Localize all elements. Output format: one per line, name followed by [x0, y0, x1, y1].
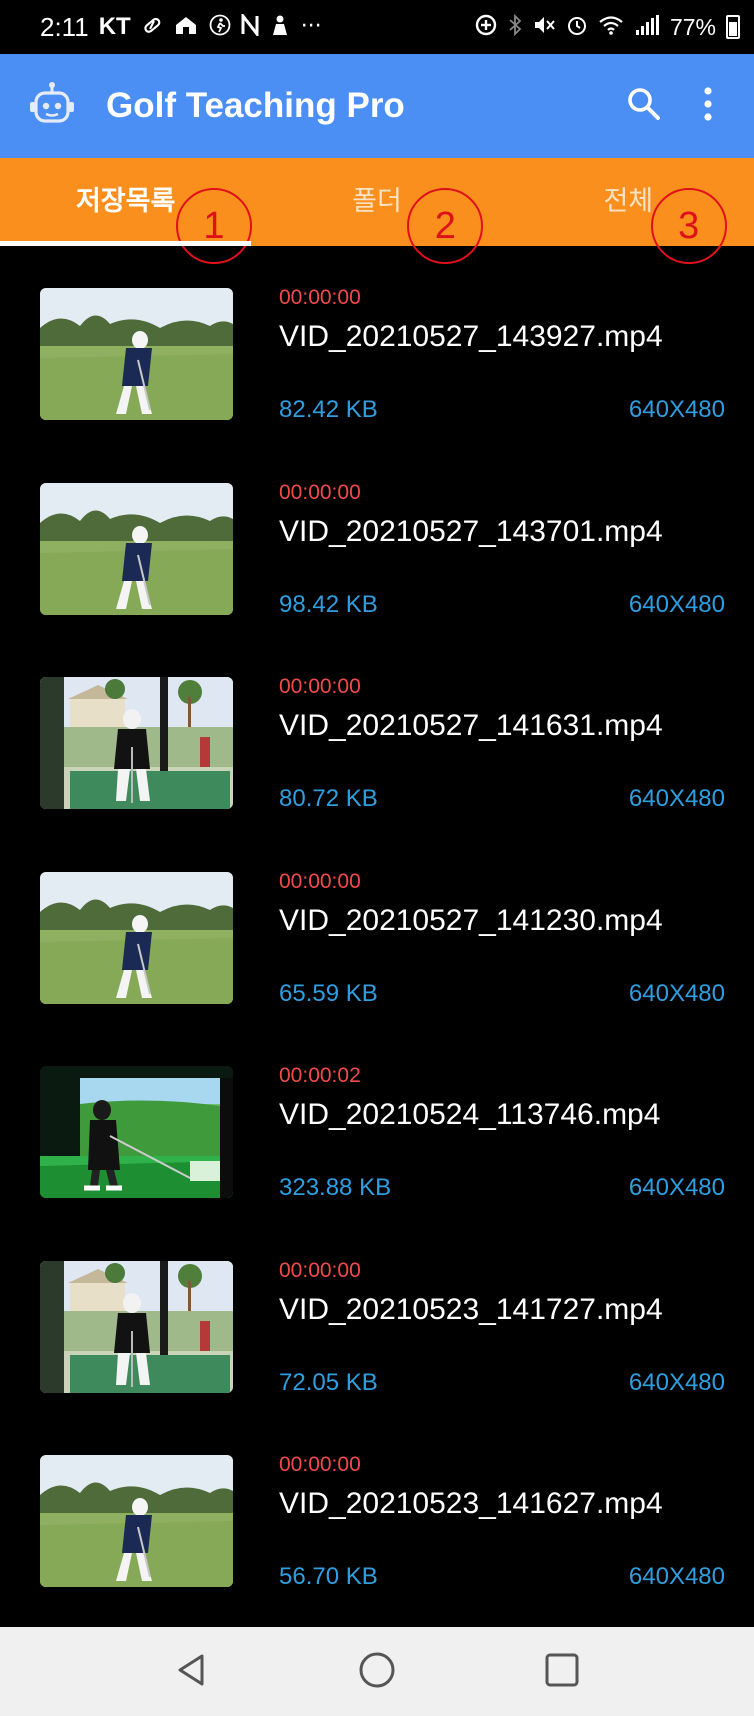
pill-icon — [141, 14, 163, 41]
tab-bar: 저장목록 1 폴더 2 전체 3 — [0, 158, 754, 264]
home-network-icon — [173, 14, 199, 41]
signal-icon — [634, 14, 660, 41]
nav-recents-button[interactable] — [527, 1637, 597, 1707]
status-left: 2:11 KT ··· — [40, 11, 322, 43]
app-title: Golf Teaching Pro — [106, 86, 405, 125]
alarm-icon — [566, 14, 588, 41]
app-bar: Golf Teaching Pro — [0, 54, 754, 158]
video-filename: VID_20210527_143927.mp4 — [279, 320, 663, 353]
tab-label: 저장목록 — [75, 185, 176, 217]
video-thumbnail[interactable] — [40, 482, 233, 615]
video-filename: VID_20210527_141230.mp4 — [279, 903, 663, 937]
video-list-item[interactable]: 00:00:02 VID_20210524_113746.mp4 323.88 KB… — [0, 1024, 754, 1219]
video-thumbnail[interactable] — [40, 1455, 233, 1587]
video-resolution: 640X480 — [628, 396, 725, 423]
mute-icon — [532, 14, 556, 41]
wifi-icon — [598, 14, 624, 41]
video-duration: 00:00:02 — [279, 1064, 361, 1087]
recents-square-icon — [542, 1650, 582, 1694]
data-saver-icon — [474, 13, 498, 42]
walking-icon — [209, 14, 231, 41]
robot-icon — [26, 80, 78, 132]
tab-saved-list[interactable]: 저장목록 1 — [0, 158, 252, 264]
search-icon — [626, 86, 662, 126]
video-resolution: 640X480 — [628, 785, 725, 812]
video-filesize: 56.70 KB — [279, 1563, 378, 1590]
more-vert-icon — [702, 86, 714, 126]
status-carrier: KT — [98, 13, 131, 40]
video-duration: 00:00:00 — [279, 675, 361, 698]
status-bar: 2:11 KT ··· 77% — [0, 0, 754, 54]
tab-label: 폴더 — [352, 185, 402, 217]
video-filename: VID_20210523_141727.mp4 — [279, 1292, 663, 1326]
video-filesize: 72.05 KB — [279, 1368, 378, 1396]
video-resolution: 640X480 — [628, 979, 725, 1007]
video-filesize: 323.88 KB — [279, 1174, 392, 1201]
video-list-item[interactable]: 00:00:00 VID_20210527_143927.mp4 82.42 KB 6… — [0, 246, 754, 441]
person-icon — [269, 14, 291, 41]
video-filesize: 98.42 KB — [279, 590, 378, 618]
video-list-item[interactable]: 00:00:00 VID_20210527_141631.mp4 80.72 KB 6… — [0, 635, 754, 830]
video-filesize: 65.59 KB — [279, 979, 378, 1007]
video-list-item[interactable]: 00:00:00 VID_20210523_141727.mp4 72.05 KB 6… — [0, 1219, 754, 1414]
bluetooth-icon — [508, 13, 522, 41]
video-filesize: 82.42 KB — [279, 396, 378, 423]
tab-folder[interactable]: 폴더 2 — [251, 158, 502, 264]
video-thumbnail[interactable] — [40, 677, 233, 809]
video-thumbnail[interactable] — [40, 1260, 233, 1393]
battery-icon — [726, 15, 740, 39]
battery-percent: 77% — [669, 13, 716, 40]
video-duration: 00:00:00 — [279, 869, 361, 893]
video-resolution: 640X480 — [628, 590, 725, 618]
status-right: 77% — [474, 13, 740, 42]
nav-home-button[interactable] — [342, 1637, 412, 1707]
system-nav-bar — [0, 1627, 754, 1716]
tab-label: 전체 — [603, 185, 654, 217]
video-resolution: 640X480 — [628, 1368, 725, 1396]
video-filename: VID_20210524_113746.mp4 — [279, 1098, 661, 1131]
nav-back-button[interactable] — [157, 1637, 227, 1707]
video-thumbnail[interactable] — [40, 1066, 233, 1198]
tab-all[interactable]: 전체 3 — [503, 158, 754, 264]
video-resolution: 640X480 — [628, 1563, 725, 1590]
video-list-item[interactable]: 00:00:00 VID_20210527_143701.mp4 98.42 KB 6… — [0, 441, 754, 636]
home-circle-icon — [357, 1650, 397, 1694]
video-list-item[interactable]: 00:00:00 VID_20210527_141230.mp4 65.59 KB 6… — [0, 830, 754, 1025]
video-list-item[interactable]: 00:00:00 VID_20210523_141627.mp4 56.70 KB 6… — [0, 1413, 754, 1608]
video-duration: 00:00:00 — [279, 480, 361, 504]
n-app-icon — [241, 11, 259, 41]
search-button[interactable] — [612, 74, 676, 138]
video-filename: VID_20210527_141631.mp4 — [279, 709, 663, 742]
video-filename: VID_20210523_141627.mp4 — [279, 1487, 663, 1520]
video-filesize: 80.72 KB — [279, 785, 378, 812]
overflow-menu-button[interactable] — [676, 74, 740, 138]
more-notifications: ··· — [300, 14, 322, 39]
video-resolution: 640X480 — [628, 1174, 725, 1201]
video-duration: 00:00:00 — [279, 1258, 361, 1282]
app-actions — [612, 74, 740, 138]
video-thumbnail[interactable] — [40, 288, 233, 420]
video-duration: 00:00:00 — [279, 1453, 361, 1476]
status-time: 2:11 — [40, 11, 89, 42]
video-filename: VID_20210527_143701.mp4 — [279, 514, 663, 548]
video-list[interactable]: 00:00:00 VID_20210527_143927.mp4 82.42 KB 6… — [0, 246, 754, 1627]
back-triangle-icon — [172, 1650, 212, 1694]
video-duration: 00:00:00 — [279, 286, 361, 309]
video-thumbnail[interactable] — [40, 871, 233, 1004]
